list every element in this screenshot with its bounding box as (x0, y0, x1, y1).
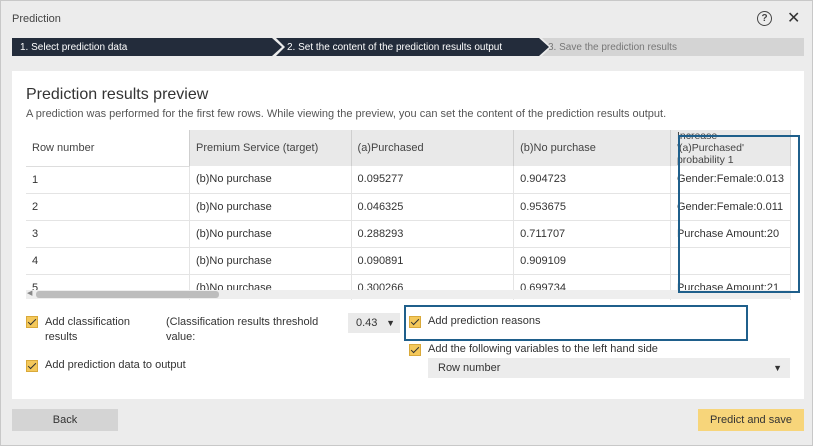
variables-select[interactable]: Row number ▼ (428, 358, 790, 378)
cell: 2 (26, 193, 190, 221)
cell: 0.909109 (513, 247, 671, 275)
add-classification-label: Add classification results (45, 316, 130, 343)
cell: (b)No purchase (189, 247, 352, 275)
cell: (b)No purchase (189, 193, 352, 221)
column-header-reason-label: Increase '(a)Purchased' probability 1 (676, 130, 744, 166)
cell: 4 (26, 247, 190, 275)
chevron-down-icon: ▼ (386, 318, 395, 328)
chevron-down-icon: ▼ (773, 363, 782, 373)
help-icon[interactable]: ? (757, 11, 772, 26)
cell: 0.090891 (351, 247, 515, 275)
cell: 0.711707 (513, 220, 671, 248)
threshold-value: 0.43 (356, 317, 378, 329)
back-button[interactable]: Back (12, 409, 118, 431)
cell: 1 (26, 166, 190, 194)
cell: 0.046325 (351, 193, 515, 221)
cell: 0.288293 (351, 220, 515, 248)
table-header-row: Row number Premium Service (target) (a)P… (26, 130, 791, 167)
table-row: 4 (b)No purchase 0.090891 0.909109 (26, 247, 791, 275)
column-header-no-purchase[interactable]: (b)No purchase (513, 130, 671, 166)
add-reasons-label: Add prediction reasons (428, 315, 541, 327)
cell: 0.095277 (351, 166, 515, 194)
cell: Purchase Amount:20 (670, 220, 791, 248)
scroll-left-icon[interactable]: ◀ (27, 289, 32, 297)
variables-select-value: Row number (438, 362, 501, 374)
add-reasons-checkbox[interactable] (409, 316, 421, 328)
content-panel: Prediction results preview A prediction … (12, 71, 804, 399)
cell: (b)No purchase (189, 220, 352, 248)
add-variables-label: Add the following variables to the left … (428, 343, 658, 355)
predict-and-save-button[interactable]: Predict and save (698, 409, 804, 431)
table-row: 2 (b)No purchase 0.046325 0.953675 Gende… (26, 193, 791, 221)
add-prediction-data-checkbox[interactable] (26, 360, 38, 372)
step-select-data: 1. Select prediction data (12, 38, 282, 56)
add-variables-checkbox[interactable] (409, 344, 421, 356)
cell: (b)No purchase (189, 166, 352, 194)
preview-table-container: Row number Premium Service (target) (a)P… (26, 130, 791, 300)
table-row: 3 (b)No purchase 0.288293 0.711707 Purch… (26, 220, 791, 248)
wizard-steps: 1. Select prediction data 2. Set the con… (12, 38, 804, 56)
column-header-purchased[interactable]: (a)Purchased (351, 130, 515, 166)
threshold-label: (Classification results threshold value: (166, 316, 319, 343)
cell: 0.904723 (513, 166, 671, 194)
cell: 3 (26, 220, 190, 248)
cell: Gender:Female:0.013 (670, 166, 791, 194)
close-icon[interactable]: ✕ (787, 8, 800, 28)
horizontal-scrollbar[interactable]: ◀ (26, 290, 791, 299)
cell: 0.953675 (513, 193, 671, 221)
cell: Gender:Female:0.011 (670, 193, 791, 221)
step-save-results: 3. Save the prediction results (542, 38, 804, 56)
prediction-dialog: Prediction ? ✕ 1. Select prediction data… (0, 0, 813, 446)
preview-table: Row number Premium Service (target) (a)P… (26, 130, 791, 300)
page-subtitle: A prediction was performed for the first… (26, 108, 667, 120)
add-prediction-data-label: Add prediction data to output (45, 359, 186, 371)
page-title: Prediction results preview (26, 86, 209, 103)
table-row: 1 (b)No purchase 0.095277 0.904723 Gende… (26, 166, 791, 194)
cell (670, 247, 791, 275)
add-classification-checkbox[interactable] (26, 316, 38, 328)
column-header-reason[interactable]: Increase '(a)Purchased' probability 1 (670, 130, 791, 166)
dialog-title: Prediction (12, 13, 61, 25)
column-header-target[interactable]: Premium Service (target) (189, 130, 352, 166)
threshold-select[interactable]: 0.43 ▼ (348, 313, 400, 333)
step-set-output: 2. Set the content of the prediction res… (276, 38, 549, 56)
column-header-row-number[interactable]: Row number (26, 130, 190, 167)
scrollbar-thumb[interactable] (36, 291, 219, 298)
